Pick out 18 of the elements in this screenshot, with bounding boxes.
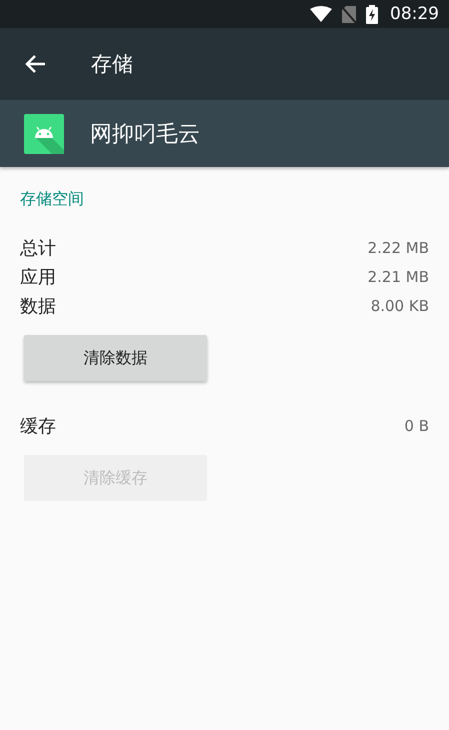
battery-charging-icon: [366, 4, 378, 24]
clear-data-button[interactable]: 清除数据: [24, 335, 207, 381]
wifi-icon: [310, 6, 332, 22]
cache-label: 缓存: [20, 414, 56, 438]
usage-label: 总计: [20, 236, 56, 260]
usage-value: 2.22 MB: [368, 238, 429, 256]
section-title: 存储空间: [20, 188, 85, 210]
usage-label: 数据: [20, 294, 56, 318]
app-name: 网抑叼毛云: [90, 120, 200, 148]
usage-value: 8.00 KB: [370, 296, 429, 314]
android-app-icon: [24, 114, 64, 154]
cache-value: 0 B: [404, 416, 429, 434]
usage-value: 2.21 MB: [368, 268, 429, 286]
usage-label: 应用: [20, 266, 56, 288]
no-sim-icon: [342, 6, 356, 22]
page-title: 存储: [91, 51, 133, 78]
back-arrow-icon[interactable]: [24, 54, 46, 74]
clock-time: 08:29: [390, 4, 439, 24]
